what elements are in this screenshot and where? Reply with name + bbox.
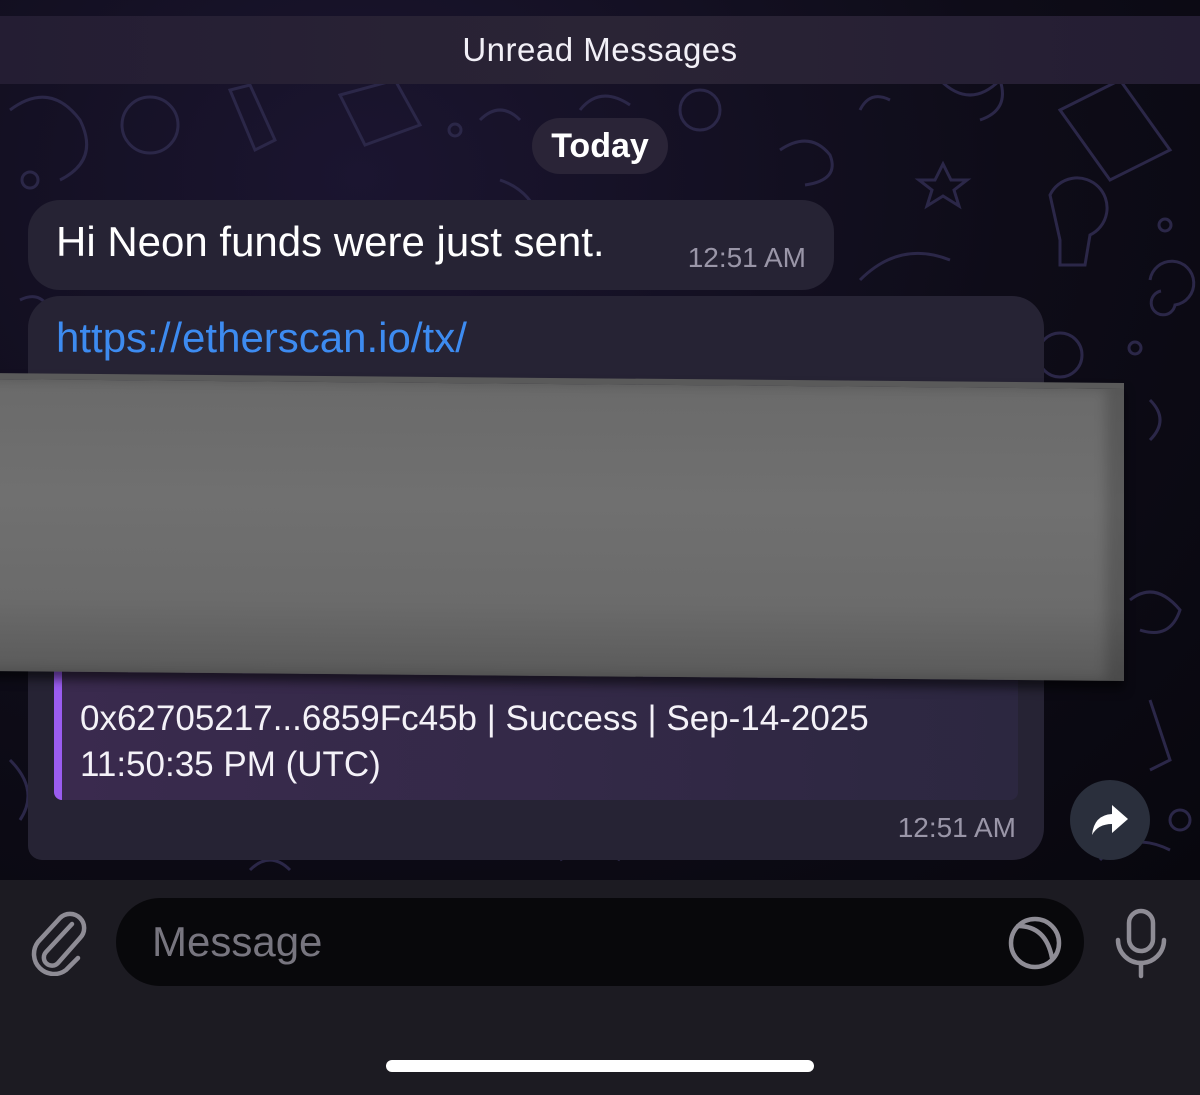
paperclip-icon[interactable] xyxy=(28,910,88,976)
date-label: Today xyxy=(551,126,649,165)
preview-description: 0x62705217...6859Fc45b | Success | Sep-1… xyxy=(80,699,869,784)
sticker-icon[interactable] xyxy=(1006,914,1064,972)
unread-messages-banner: Unread Messages xyxy=(0,16,1200,84)
forward-button[interactable] xyxy=(1070,780,1150,860)
share-arrow-icon xyxy=(1092,805,1128,835)
date-separator: Today xyxy=(532,118,668,174)
message-text: Hi Neon funds were just sent. xyxy=(56,218,605,265)
redaction-block xyxy=(0,373,1124,681)
message-bubble[interactable]: Hi Neon funds were just sent. 12:51 AM xyxy=(28,200,834,290)
unread-messages-label: Unread Messages xyxy=(462,31,738,68)
message-time: 12:51 AM xyxy=(897,812,1016,843)
microphone-icon[interactable] xyxy=(1112,908,1170,980)
etherscan-link[interactable]: https://etherscan.io/tx/ xyxy=(56,314,467,362)
home-indicator[interactable] xyxy=(386,1060,814,1072)
message-input[interactable] xyxy=(116,898,1084,986)
message-time: 12:51 AM xyxy=(687,242,806,273)
